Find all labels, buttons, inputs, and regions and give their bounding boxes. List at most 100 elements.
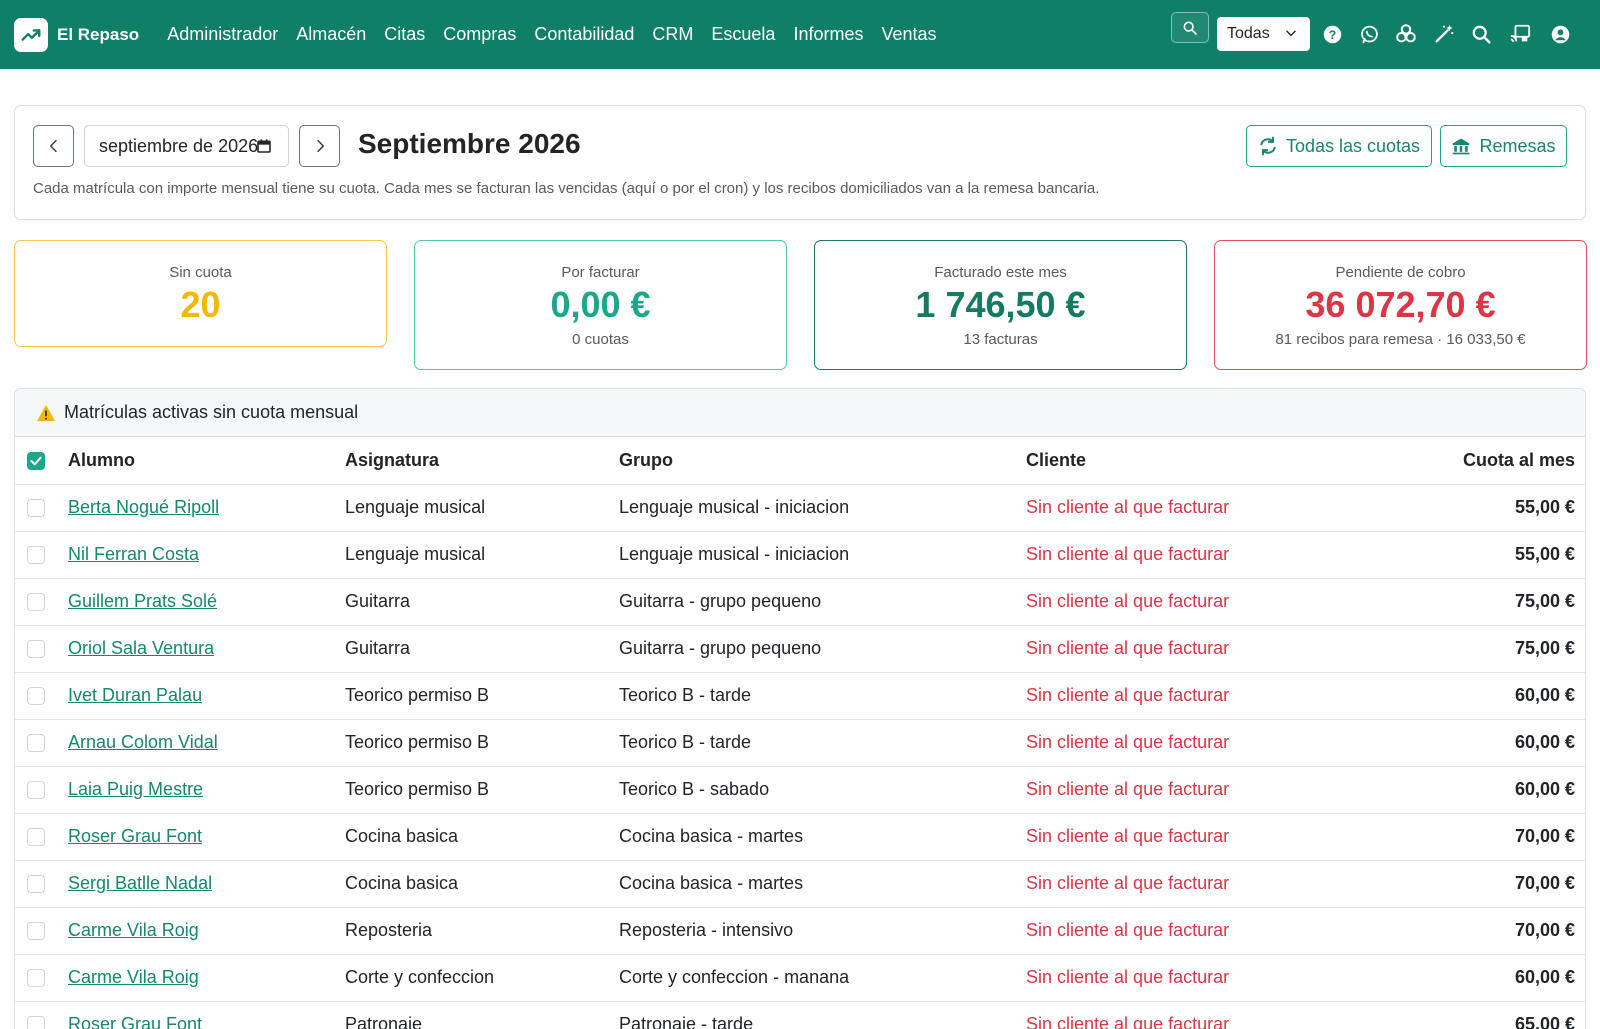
refresh-icon — [1260, 136, 1276, 156]
row-checkbox[interactable] — [27, 734, 45, 753]
student-link[interactable]: Ivet Duran Palau — [68, 685, 202, 705]
table-row: Guillem Prats Solé Guitarra Guitarra - gru… — [15, 578, 1585, 626]
whatsapp-icon[interactable] — [1358, 23, 1380, 45]
stat-subtext: 13 facturas — [963, 331, 1038, 348]
student-link[interactable]: Sergi Batlle Nadal — [68, 873, 212, 893]
group-cell: Guitarra - grupo pequeno — [619, 578, 1026, 626]
user-account-icon[interactable] — [1549, 23, 1571, 45]
row-checkbox[interactable] — [27, 969, 45, 988]
client-cell: Sin cliente al que facturar — [1026, 625, 1371, 673]
month-input-value: septiembre de 2026 — [99, 135, 259, 156]
company-select[interactable]: Todas — [1217, 17, 1310, 51]
stat-label: Sin cuota — [169, 264, 232, 281]
row-select-cell — [15, 1001, 68, 1029]
column-header-group[interactable]: Grupo — [619, 437, 1026, 485]
menu-ventas[interactable]: Ventas — [872, 0, 945, 69]
row-checkbox[interactable] — [27, 640, 45, 659]
table-row: Ivet Duran Palau Teorico permiso B Teorico… — [15, 672, 1585, 720]
bank-icon — [1453, 138, 1470, 155]
row-select-cell — [15, 719, 68, 767]
monthly-fee-cell: 60,00 € — [1371, 719, 1585, 767]
menu-informes[interactable]: Informes — [784, 0, 872, 69]
row-select-cell — [15, 625, 68, 673]
student-link[interactable]: Laia Puig Mestre — [68, 779, 203, 799]
client-cell: Sin cliente al que facturar — [1026, 766, 1371, 814]
row-checkbox[interactable] — [27, 1016, 45, 1029]
table-row: Roser Grau Font Cocina basica Cocina basic… — [15, 813, 1585, 861]
student-link[interactable]: Arnau Colom Vidal — [68, 732, 218, 752]
table-card-title: Matrículas activas sin cuota mensual — [64, 402, 359, 422]
chevron-right-icon — [316, 139, 324, 153]
menu-crm[interactable]: CRM — [643, 0, 702, 69]
student-link[interactable]: Guillem Prats Solé — [68, 591, 217, 611]
row-checkbox[interactable] — [27, 828, 45, 847]
student-cell: Roser Grau Font — [68, 813, 345, 861]
remittances-button[interactable]: Remesas — [1440, 125, 1567, 167]
magic-wand-icon[interactable] — [1433, 23, 1455, 45]
student-link[interactable]: Roser Grau Font — [68, 826, 202, 846]
menu-escuela[interactable]: Escuela — [702, 0, 784, 69]
stat-label: Pendiente de cobro — [1335, 264, 1466, 281]
chevron-left-icon — [49, 139, 57, 153]
student-link[interactable]: Nil Ferran Costa — [68, 544, 199, 564]
menu-contabilidad[interactable]: Contabilidad — [525, 0, 643, 69]
all-fees-button[interactable]: Todas las cuotas — [1246, 125, 1432, 167]
table-row: Nil Ferran Costa Lenguaje musical Lenguaje… — [15, 531, 1585, 579]
column-header-student[interactable]: Alumno — [68, 437, 345, 485]
modules-icon[interactable] — [1395, 23, 1417, 45]
student-link[interactable]: Carme Vila Roig — [68, 920, 199, 940]
student-cell: Laia Puig Mestre — [68, 766, 345, 814]
row-checkbox[interactable] — [27, 546, 45, 565]
student-link[interactable]: Berta Nogué Ripoll — [68, 497, 219, 517]
group-cell: Lenguaje musical - iniciacion — [619, 484, 1026, 532]
previous-month-button[interactable] — [33, 125, 74, 167]
row-select-cell — [15, 813, 68, 861]
search-icon[interactable] — [1470, 23, 1492, 45]
group-cell: Cocina basica - martes — [619, 860, 1026, 908]
stat-card-without-fee[interactable]: Sin cuota 20 — [14, 240, 387, 347]
menu-compras[interactable]: Compras — [434, 0, 525, 69]
menu-almacen[interactable]: Almacén — [287, 0, 375, 69]
group-cell: Teorico B - sabado — [619, 766, 1026, 814]
next-month-button[interactable] — [299, 125, 340, 167]
column-header-subject[interactable]: Asignatura — [345, 437, 619, 485]
no-client-text: Sin cliente al que facturar — [1026, 779, 1230, 799]
student-link[interactable]: Oriol Sala Ventura — [68, 638, 214, 658]
column-header-client[interactable]: Cliente — [1026, 437, 1371, 485]
row-select-cell — [15, 860, 68, 908]
global-search-button[interactable] — [1171, 12, 1209, 43]
stat-card-to-invoice[interactable]: Por facturar 0,00 € 0 cuotas — [414, 240, 787, 370]
row-checkbox[interactable] — [27, 499, 45, 518]
chevron-down-icon — [1286, 30, 1296, 37]
row-select-cell — [15, 954, 68, 1002]
help-icon[interactable]: ? — [1321, 23, 1343, 45]
month-input[interactable]: septiembre de 2026 — [84, 125, 289, 167]
cast-screen-icon[interactable] — [1509, 23, 1531, 45]
row-checkbox[interactable] — [27, 781, 45, 800]
select-all-checkbox[interactable] — [27, 452, 45, 470]
main-menu: Administrador Almacén Citas Compras Cont… — [158, 0, 945, 69]
row-checkbox[interactable] — [27, 687, 45, 706]
calendar-icon[interactable] — [256, 138, 272, 154]
row-checkbox[interactable] — [27, 922, 45, 941]
client-cell: Sin cliente al que facturar — [1026, 1001, 1371, 1029]
menu-citas[interactable]: Citas — [375, 0, 434, 69]
student-link[interactable]: Carme Vila Roig — [68, 967, 199, 987]
table-row: Roser Grau Font Patronaje Patronaje - tard… — [15, 1001, 1585, 1029]
row-checkbox[interactable] — [27, 875, 45, 894]
student-link[interactable]: Roser Grau Font — [68, 1014, 202, 1029]
stat-card-pending-collection[interactable]: Pendiente de cobro 36 072,70 € 81 recibo… — [1214, 240, 1587, 370]
menu-administrador[interactable]: Administrador — [158, 0, 287, 69]
client-cell: Sin cliente al que facturar — [1026, 672, 1371, 720]
subject-cell: Cocina basica — [345, 860, 619, 908]
monthly-fee-cell: 70,00 € — [1371, 860, 1585, 908]
column-header-monthly-fee[interactable]: Cuota al mes — [1371, 437, 1585, 485]
no-client-text: Sin cliente al que facturar — [1026, 685, 1230, 705]
trending-up-icon — [14, 17, 48, 52]
subject-cell: Guitarra — [345, 625, 619, 673]
stat-label: Por facturar — [561, 264, 640, 281]
stat-card-invoiced-this-month[interactable]: Facturado este mes 1 746,50 € 13 factura… — [814, 240, 1187, 370]
row-checkbox[interactable] — [27, 593, 45, 612]
brand[interactable]: El Repaso — [14, 17, 139, 52]
client-cell: Sin cliente al que facturar — [1026, 907, 1371, 955]
